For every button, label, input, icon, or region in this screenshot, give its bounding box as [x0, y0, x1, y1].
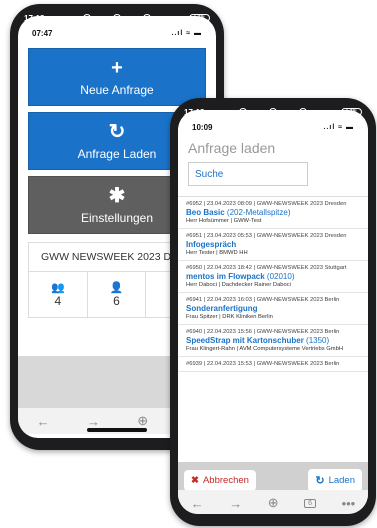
- status-bar: 07:47 ..ıl ≈ ▬: [18, 16, 216, 42]
- request-contact: Frau Klingert-Rahn | AVM Computersysteme…: [186, 346, 344, 352]
- request-name: Beo Basic (202-Metallspitze): [186, 208, 291, 217]
- stat-value: 4: [54, 294, 62, 308]
- back-arrow-icon[interactable]: ←: [37, 414, 50, 429]
- browser-nav-bar: ← → ⊕ 6 •••: [178, 490, 368, 514]
- list-item[interactable]: #6951 | 23.04.2023 05:53 | GWW-NEWSWEEK …: [178, 229, 368, 261]
- request-meta: #6952 | 23.04.2023 08:09 | GWW-NEWSWEEK …: [186, 201, 347, 207]
- list-item[interactable]: #6952 | 23.04.2023 08:09 | GWW-NEWSWEEK …: [178, 197, 368, 229]
- list-item[interactable]: #6941 | 22.04.2023 16:03 | GWW-NEWSWEEK …: [178, 293, 368, 325]
- stage: 17:18 LTE 07:47 ..ıl ≈ ▬ + Neue Anfrage …: [0, 0, 377, 528]
- plus-icon[interactable]: ⊕: [268, 495, 279, 511]
- load-button[interactable]: ↻ Laden: [308, 468, 362, 492]
- cancel-label: Abbrechen: [202, 474, 249, 486]
- request-meta: #6951 | 23.04.2023 05:53 | GWW-NEWSWEEK …: [186, 233, 347, 239]
- settings-label: Einstellungen: [80, 211, 154, 225]
- list-item[interactable]: #6939 | 22.04.2023 15:53 | GWW-NEWSWEEK …: [178, 357, 368, 372]
- request-name: Infogespräch: [186, 240, 237, 249]
- reload-icon: ↻: [108, 121, 126, 143]
- request-meta: #6940 | 22.04.2023 15:56 | GWW-NEWSWEEK …: [186, 329, 340, 335]
- request-meta: #6950 | 22.04.2023 18:42 | GWW-NEWSWEEK …: [186, 265, 347, 271]
- new-request-button[interactable]: + Neue Anfrage: [28, 48, 206, 106]
- user-icon: 👤: [109, 282, 124, 294]
- signal-icon: ..ıl ≈ ▬: [171, 29, 202, 37]
- more-icon[interactable]: •••: [342, 496, 356, 511]
- gear-icon: ✱: [108, 185, 126, 207]
- list-item[interactable]: #6950 | 22.04.2023 18:42 | GWW-NEWSWEEK …: [178, 261, 368, 293]
- request-meta: #6939 | 22.04.2023 15:53 | GWW-NEWSWEEK …: [186, 361, 340, 367]
- plus-icon: +: [111, 57, 123, 79]
- request-contact: Herr Daboci | Dachdecker Rainer Daboci: [186, 282, 291, 288]
- home-indicator: [87, 428, 147, 432]
- load-label: Laden: [328, 474, 355, 486]
- stat-groups: 👥 4: [29, 272, 88, 317]
- status-time: 07:47: [32, 28, 53, 38]
- request-name: Sonderanfertigung: [186, 304, 258, 313]
- close-icon: ✖: [191, 474, 199, 486]
- signal-icon: ..ıl ≈ ▬: [323, 123, 354, 131]
- forward-arrow-icon[interactable]: →: [87, 414, 100, 429]
- list-item[interactable]: #6940 | 22.04.2023 15:56 | GWW-NEWSWEEK …: [178, 325, 368, 357]
- new-request-label: Neue Anfrage: [80, 83, 154, 97]
- status-time: 10:09: [192, 122, 213, 132]
- stat-users: 👤 6: [88, 272, 147, 317]
- plus-icon[interactable]: ⊕: [137, 413, 148, 429]
- status-bar: 10:09 ..ıl ≈ ▬: [178, 110, 368, 136]
- search-input[interactable]: Suche: [188, 162, 308, 186]
- request-contact: Herr Tester | BMWD HH: [186, 250, 248, 256]
- front-screen: 10:09 ..ıl ≈ ▬ Anfrage laden Suche #6952…: [178, 110, 368, 514]
- request-contact: Frau Spitzer | DRK Kliniken Berlin: [186, 314, 273, 320]
- stat-value: 6: [113, 294, 120, 308]
- back-arrow-icon[interactable]: ←: [191, 496, 204, 511]
- request-meta: #6941 | 22.04.2023 16:03 | GWW-NEWSWEEK …: [186, 297, 340, 303]
- tabs-button[interactable]: 6: [304, 498, 317, 508]
- forward-arrow-icon[interactable]: →: [229, 496, 242, 511]
- cancel-button[interactable]: ✖ Abbrechen: [184, 469, 256, 491]
- load-request-label: Anfrage Laden: [77, 147, 157, 161]
- request-name: SpeedStrap mit Kartonschuber (1350): [186, 336, 330, 345]
- page-title: Anfrage laden: [188, 140, 276, 156]
- request-contact: Herr Hofsümmer | GWW-Test: [186, 218, 262, 224]
- request-name: mentos im Flowpack (02010): [186, 272, 295, 281]
- phone-front: 17:18 LTE 10:09 ..ıl ≈ ▬ Anfrage laden S…: [170, 98, 376, 526]
- user-group-icon: 👥: [50, 282, 65, 294]
- request-list: #6952 | 23.04.2023 08:09 | GWW-NEWSWEEK …: [178, 196, 368, 372]
- reload-icon: ↻: [315, 474, 325, 487]
